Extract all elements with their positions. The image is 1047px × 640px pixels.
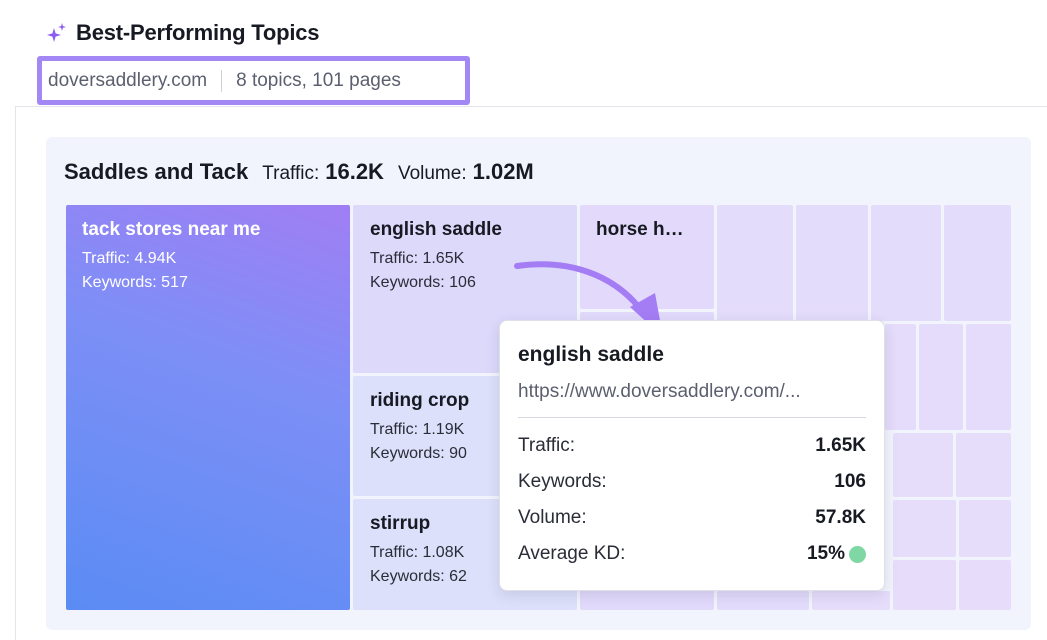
traffic-value: 16.2K <box>325 159 384 184</box>
topic-header: Saddles and Tack Traffic: 16.2K Volume: … <box>64 159 548 185</box>
topic-name: Saddles and Tack <box>64 159 249 184</box>
tile-keywords: Keywords: 517 <box>82 274 188 291</box>
row-value: 57.8K <box>815 507 866 528</box>
tile-tooltip: english saddle https://www.doversaddlery… <box>499 320 885 591</box>
row-value: 106 <box>834 471 866 492</box>
treemap-tile[interactable] <box>944 205 1011 321</box>
row-label: Traffic: <box>518 435 576 456</box>
row-value: 1.65K <box>815 435 866 456</box>
volume-value: 1.02M <box>472 159 534 184</box>
panel-border <box>15 106 16 640</box>
treemap-tile[interactable] <box>717 205 793 321</box>
treemap-tile[interactable] <box>893 500 956 557</box>
tooltip-divider <box>518 417 866 418</box>
subtitle-divider <box>221 69 223 92</box>
page-title: Best-Performing Topics <box>76 20 320 45</box>
tooltip-url[interactable]: https://www.doversaddlery.com/... <box>518 381 866 403</box>
treemap-tile[interactable] <box>893 560 956 610</box>
treemap-tile[interactable] <box>893 433 953 497</box>
row-label: Average KD: <box>518 543 626 564</box>
tile-title: tack stores near me <box>82 219 261 240</box>
tooltip-row-traffic: Traffic: 1.65K <box>518 428 866 464</box>
tooltip-row-volume: Volume: 57.8K <box>518 500 866 536</box>
tooltip-row-keywords: Keywords: 106 <box>518 464 866 500</box>
traffic-label: Traffic: <box>262 163 320 184</box>
treemap-tile[interactable] <box>959 500 1011 557</box>
treemap-tile-tack-stores[interactable]: tack stores near me Traffic: 4.94K Keywo… <box>66 205 350 610</box>
treemap-tile[interactable] <box>956 433 1011 497</box>
treemap-tile[interactable] <box>812 591 890 610</box>
title-row: Best-Performing Topics <box>46 18 320 48</box>
kd-value: 15% <box>806 543 845 564</box>
row-label: Volume: <box>518 507 587 528</box>
tooltip-row-kd: Average KD: 15% <box>518 536 866 572</box>
treemap-tile[interactable] <box>717 591 809 610</box>
sparkle-icon <box>47 23 66 42</box>
row-label: Keywords: <box>518 471 607 492</box>
treemap-tile[interactable] <box>959 560 1011 610</box>
domain-label: doversaddlery.com <box>48 69 208 91</box>
kd-status-dot-icon <box>849 545 866 563</box>
treemap-tile[interactable] <box>796 205 868 321</box>
tooltip-title: english saddle <box>518 343 664 366</box>
tile-title: english saddle <box>370 219 502 240</box>
header-divider <box>15 106 1047 107</box>
tile-traffic: Traffic: 4.94K <box>82 250 177 267</box>
treemap-tile[interactable] <box>885 324 916 430</box>
topics-summary: 8 topics, 101 pages <box>236 69 401 91</box>
volume-label: Volume: <box>397 163 467 184</box>
treemap-tile[interactable] <box>966 324 1011 430</box>
row-value-kd: 15% <box>807 543 866 565</box>
domain-summary-highlight: doversaddlery.com 8 topics, 101 pages <box>37 56 470 105</box>
tile-title: horse h… <box>596 219 684 240</box>
treemap-tile[interactable] <box>919 324 963 430</box>
treemap-tile[interactable] <box>871 205 941 321</box>
